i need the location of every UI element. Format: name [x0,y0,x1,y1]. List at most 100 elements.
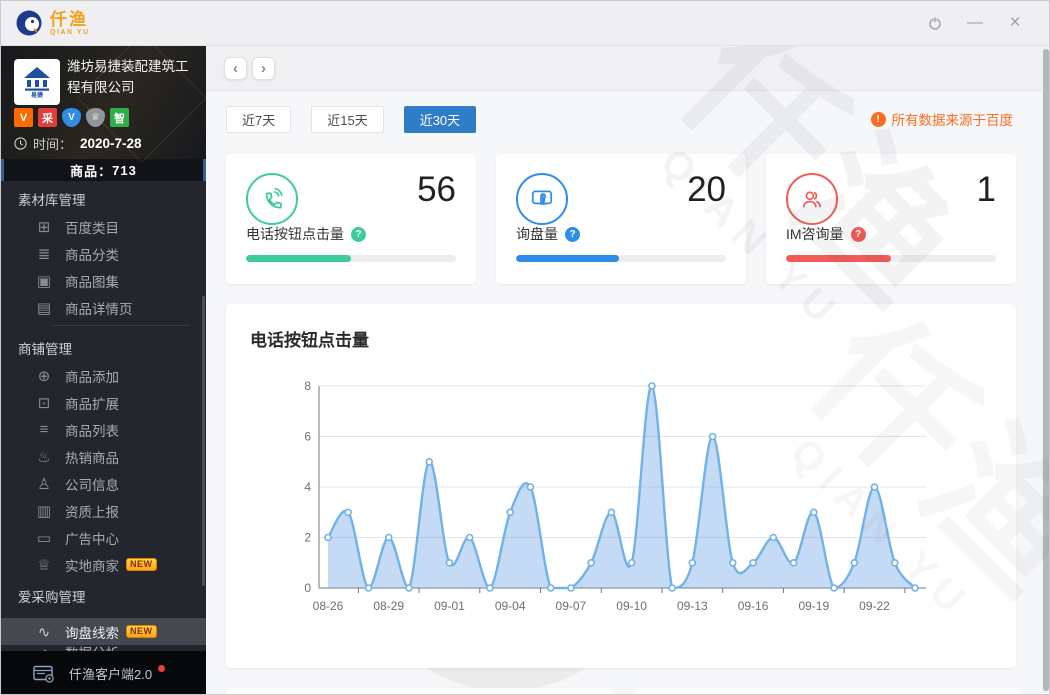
company-name: 潍坊易捷装配建筑工程有限公司 [67,56,199,98]
filter-row: 近7天近15天近30天 ! 所有数据来源于百度 [226,105,1013,133]
sidebar-item-热销商品[interactable]: ♨热销商品 [1,443,206,470]
im-icon [786,173,838,225]
stat-label: 电话按钮点击量 [246,224,344,244]
sidebar-item-广告中心[interactable]: ▭广告中心 [1,524,206,551]
nav-strip: ‹ › [206,46,1050,91]
chevron-left-icon: ‹ [233,61,238,76]
building-icon [22,66,52,92]
products-count-band: 商品：713 [1,159,206,181]
company-logo-label: 易捷 [31,93,43,99]
svg-text:0: 0 [304,581,311,595]
forward-button[interactable]: › [252,57,275,80]
sidebar-item-商品列表[interactable]: ≡商品列表 [1,416,206,443]
stat-label: 询盘量 [516,224,558,244]
sidebar-item-商品详情页[interactable]: ▤商品详情页 [1,294,206,321]
menu-divider [51,325,190,326]
svg-text:6: 6 [304,430,311,444]
minimize-icon[interactable]: — [967,15,983,31]
date-row: 时间： 2020-7-28 [14,134,142,153]
new-badge: NEW [126,558,157,571]
back-button[interactable]: ‹ [224,57,247,80]
sidebar-item-资质上报[interactable]: ▥资质上报 [1,497,206,524]
tab-range-1[interactable]: 近15天 [311,106,383,133]
crown-icon: ♕ [35,556,53,574]
tab-range-2[interactable]: 近30天 [404,106,476,133]
stat-progress-fill [246,255,351,262]
sidebar-item-百度类目[interactable]: ⊞ 百度类目 [1,213,206,240]
sidebar-item-label: 商品扩展 [65,393,119,413]
logo-en: QIAN YU [50,29,90,36]
section-title: 商铺管理 [1,338,206,362]
svg-text:4: 4 [304,480,311,494]
chevron-right-icon: › [261,61,266,76]
sidebar-item-label: 商品列表 [65,420,119,440]
svg-text:8: 8 [304,379,311,393]
svg-text:09-16: 09-16 [738,599,769,613]
app-logo-text: 仟渔 QIAN YU [50,11,90,36]
cert-badge-3: ♕ [86,108,105,127]
sidebar-item-label: 百度类目 [65,217,119,237]
products-label: 商品： [70,161,112,180]
help-icon[interactable]: ? [851,227,866,242]
sidebar-item-label: 询盘线索 [65,622,119,642]
stat-card-0: 56 电话按钮点击量? [226,154,476,284]
stat-progress-track [516,255,726,262]
cert-badge-0: V [14,108,33,127]
power-icon[interactable] [927,15,943,31]
help-icon[interactable]: ? [351,227,366,242]
sidebar-item-label: 广告中心 [65,528,119,548]
main-scrollbar[interactable] [1042,49,1050,693]
sidebar-item-商品添加[interactable]: ⊕商品添加 [1,362,206,389]
window-controls: — × [927,15,1035,31]
company-panel: 易捷 潍坊易捷装配建筑工程有限公司 V采V♕智 时间： 2020-7-28 [1,46,206,159]
phone-clicks-chart[interactable]: 0246808-2608-2909-0109-0409-0709-1009-13… [276,374,986,622]
certification-badges: V采V♕智 [14,108,129,127]
sidebar-item-公司信息[interactable]: ♙公司信息 [1,470,206,497]
notice-text: 所有数据来源于百度 [892,109,1014,129]
sidebar-item-商品图集[interactable]: ▣商品图集 [1,267,206,294]
chart-title: 电话按钮点击量 [250,326,369,351]
cert-badge-4: 智 [110,108,129,127]
menu-section-2: 爱采购管理∿询盘线索NEW◔数据分析 [1,578,206,659]
date-value: 2020-7-28 [80,136,142,151]
help-icon[interactable]: ? [565,227,580,242]
svg-text:09-22: 09-22 [859,599,890,613]
stat-progress-track [246,255,456,262]
titlebar: 仟渔 QIAN YU — × [1,1,1049,46]
svg-text:09-04: 09-04 [495,599,526,613]
tab-range-0[interactable]: 近7天 [226,106,291,133]
stat-value: 56 [417,170,456,210]
next-card-sliver-right [635,688,1021,695]
main-scrollbar-thumb[interactable] [1043,49,1049,691]
phone-clicks-chart-card: 电话按钮点击量 0246808-2608-2909-0109-0409-0709… [226,304,1016,668]
company-icon: ♙ [35,475,53,493]
sidebar-item-label: 商品详情页 [65,298,133,318]
new-badge: NEW [126,625,157,638]
next-card-sliver-left [226,688,613,695]
app-window: 仟渔 QIAN YU — × 易捷 潍 [0,0,1050,695]
sidebar-menu: 素材库管理⊞百度类目≣商品分类▣商品图集▤商品详情页商铺管理⊕商品添加⊡商品扩展… [1,181,206,659]
app-logo: 仟渔 QIAN YU [15,9,90,37]
sidebar-item-商品分类[interactable]: ≣商品分类 [1,240,206,267]
svg-text:08-26: 08-26 [313,599,344,613]
stat-progress-fill [786,255,891,262]
client-version-label: 仟渔客户端2.0 [69,664,152,683]
company-logo: 易捷 [14,59,60,105]
stat-label: IM咨询量 [786,224,844,244]
main-area: ‹ › 近7天近15天近30天 ! 所有数据来源于百度 56 电话按钮点击量? 2 0… [206,46,1050,695]
menu-section-1: 商铺管理⊕商品添加⊡商品扩展≡商品列表♨热销商品♙公司信息▥资质上报▭广告中心♕… [1,330,206,578]
layers-icon: ≣ [35,245,53,263]
inquiry-icon [516,173,568,225]
sidebar-item-实地商家[interactable]: ♕ 实地商家 NEW [1,551,206,578]
sidebar-item-label: 实地商家 [65,555,119,575]
grid-icon: ⊞ [35,218,53,236]
close-icon[interactable]: × [1007,15,1023,31]
sidebar-item-商品扩展[interactable]: ⊡商品扩展 [1,389,206,416]
sidebar-item-询盘线索[interactable]: ∿询盘线索NEW [1,618,206,645]
sidebar-scrollbar-thumb[interactable] [202,296,205,586]
date-label: 时间： [33,134,72,153]
client-footer[interactable]: 仟渔客户端2.0 [1,651,206,695]
svg-text:09-10: 09-10 [616,599,647,613]
svg-text:08-29: 08-29 [373,599,404,613]
svg-text:2: 2 [304,531,311,545]
